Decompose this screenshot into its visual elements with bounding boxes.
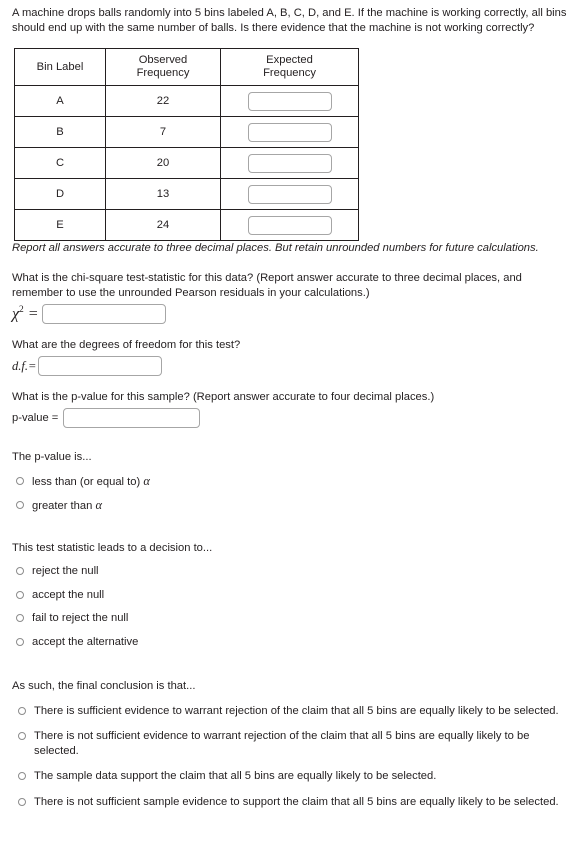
- radio-option-text: less than (or equal to): [32, 475, 144, 488]
- rounding-note: Report all answers accurate to three dec…: [12, 242, 539, 255]
- worksheet-page: A machine drops balls randomly into 5 bi…: [0, 0, 582, 856]
- intro-paragraph: A machine drops balls randomly into 5 bi…: [12, 7, 567, 35]
- degrees-of-freedom-answer-row: d.f.=: [12, 356, 570, 377]
- bin-label-cell: C: [14, 147, 106, 180]
- bin-label-cell: E: [14, 209, 106, 242]
- decision-radio-group: reject the null accept the null fail to …: [12, 564, 570, 649]
- radio-option-label: reject the null: [32, 565, 99, 578]
- decision-section: This test statistic leads to a decision …: [12, 541, 570, 650]
- radio-option-not-sufficient-sample-evidence-support[interactable]: There is not sufficient sample evidence …: [12, 795, 570, 810]
- bin-label-cell: A: [14, 85, 106, 118]
- p-value-comparison-heading: The p-value is...: [12, 451, 92, 464]
- p-value-question-text: What is the p-value for this sample? (Re…: [12, 391, 435, 404]
- column-header-expected-frequency: Expected Frequency: [220, 48, 359, 87]
- radio-option-accept-the-alternative[interactable]: accept the alternative: [12, 635, 570, 650]
- p-value-comparison-section: The p-value is... less than (or equal to…: [12, 450, 570, 513]
- observed-frequency-cell: 7: [105, 116, 221, 149]
- radio-option-sample-data-support[interactable]: The sample data support the claim that a…: [12, 769, 570, 784]
- radio-circle-icon[interactable]: [18, 772, 26, 781]
- expected-frequency-cell: [220, 116, 359, 149]
- chi-glyph: χ: [12, 305, 20, 323]
- radio-option-not-sufficient-evidence-reject[interactable]: There is not sufficient evidence to warr…: [12, 729, 570, 758]
- observed-frequency-cell: 20: [105, 147, 221, 180]
- degrees-of-freedom-question-text: What are the degrees of freedom for this…: [12, 339, 241, 352]
- observed-frequency-cell: 13: [105, 178, 221, 211]
- radio-option-label: fail to reject the null: [32, 612, 129, 625]
- chi-square-input[interactable]: [41, 304, 166, 325]
- expected-frequency-cell: [220, 209, 359, 242]
- observed-frequency-cell: 24: [105, 209, 221, 242]
- p-value-input[interactable]: [63, 408, 201, 429]
- table-header-row: Bin Label Observed Frequency Expected Fr…: [14, 48, 359, 87]
- alpha-symbol: α: [95, 498, 102, 513]
- radio-option-reject-the-null[interactable]: reject the null: [12, 564, 570, 579]
- degrees-of-freedom-label: d.f.=: [12, 358, 37, 373]
- p-value-question-block: What is the p-value for this sample? (Re…: [12, 390, 570, 429]
- expected-frequency-input-b[interactable]: [247, 122, 332, 142]
- radio-option-label: greater than α: [32, 498, 102, 513]
- p-value-label: p-value =: [12, 412, 59, 425]
- decision-heading: This test statistic leads to a decision …: [12, 541, 213, 554]
- p-value-comparison-radio-group: less than (or equal to) α greater than α: [12, 474, 570, 514]
- radio-circle-icon[interactable]: [16, 567, 24, 576]
- radio-option-sufficient-evidence-reject[interactable]: There is sufficient evidence to warrant …: [12, 704, 570, 719]
- table-row: E 24: [14, 209, 359, 242]
- degrees-of-freedom-input[interactable]: [38, 356, 163, 377]
- table-row: B 7: [14, 116, 359, 149]
- conclusion-heading: As such, the final conclusion is that...: [12, 680, 196, 693]
- expected-frequency-input-c[interactable]: [247, 153, 332, 173]
- radio-option-text: greater than: [32, 500, 96, 513]
- observed-frequency-cell: 22: [105, 85, 221, 118]
- radio-option-label: less than (or equal to) α: [32, 473, 150, 488]
- chi-square-symbol: χ2 =: [12, 304, 42, 323]
- radio-circle-icon[interactable]: [16, 614, 24, 623]
- bin-label-cell: B: [14, 116, 106, 149]
- expected-frequency-cell: [220, 178, 359, 211]
- column-header-observed-frequency: Observed Frequency: [105, 48, 221, 87]
- radio-option-less-than-alpha[interactable]: less than (or equal to) α: [12, 474, 570, 490]
- expected-frequency-input-a[interactable]: [247, 91, 332, 111]
- radio-circle-icon[interactable]: [18, 706, 26, 715]
- radio-option-label: There is not sufficient evidence to warr…: [34, 730, 530, 757]
- expected-frequency-input-d[interactable]: [247, 184, 332, 204]
- expected-header-line1: Expected: [266, 54, 313, 67]
- radio-option-greater-than-alpha[interactable]: greater than α: [12, 498, 570, 514]
- p-value-answer-row: p-value =: [12, 408, 570, 429]
- radio-circle-icon[interactable]: [18, 797, 26, 806]
- radio-circle-icon[interactable]: [16, 476, 24, 485]
- radio-circle-icon[interactable]: [16, 637, 24, 646]
- alpha-symbol: α: [143, 473, 150, 488]
- degrees-of-freedom-question-block: What are the degrees of freedom for this…: [12, 338, 570, 377]
- chi-square-question-text: What is the chi-square test-statistic fo…: [12, 271, 522, 299]
- radio-circle-icon[interactable]: [16, 501, 24, 510]
- radio-option-label: The sample data support the claim that a…: [34, 770, 437, 783]
- chi-equals-sign: =: [27, 305, 39, 323]
- table-row: D 13: [14, 178, 359, 211]
- radio-option-label: There is sufficient evidence to warrant …: [34, 704, 559, 717]
- bin-label-cell: D: [14, 178, 106, 211]
- radio-option-label: accept the null: [32, 588, 105, 601]
- frequency-table: Bin Label Observed Frequency Expected Fr…: [14, 48, 359, 242]
- radio-option-fail-to-reject-the-null[interactable]: fail to reject the null: [12, 611, 570, 626]
- table-row: C 20: [14, 147, 359, 180]
- expected-frequency-input-e[interactable]: [247, 215, 332, 235]
- radio-option-label: There is not sufficient sample evidence …: [34, 795, 559, 808]
- table-row: A 22: [14, 85, 359, 118]
- column-header-bin-label: Bin Label: [14, 48, 106, 87]
- conclusion-radio-group: There is sufficient evidence to warrant …: [12, 704, 570, 810]
- chi-exponent: 2: [19, 304, 24, 315]
- chi-square-question-block: What is the chi-square test-statistic fo…: [12, 271, 570, 325]
- radio-option-label: accept the alternative: [32, 635, 139, 648]
- observed-header-line2: Frequency: [136, 67, 190, 80]
- radio-circle-icon[interactable]: [18, 732, 26, 741]
- expected-frequency-cell: [220, 85, 359, 118]
- radio-option-accept-the-null[interactable]: accept the null: [12, 588, 570, 603]
- conclusion-section: As such, the final conclusion is that...…: [12, 679, 570, 809]
- expected-frequency-cell: [220, 147, 359, 180]
- observed-header-line1: Observed: [138, 54, 188, 67]
- expected-header-line2: Frequency: [263, 67, 316, 80]
- radio-circle-icon[interactable]: [16, 590, 24, 599]
- chi-square-answer-row: χ2 =: [12, 304, 570, 325]
